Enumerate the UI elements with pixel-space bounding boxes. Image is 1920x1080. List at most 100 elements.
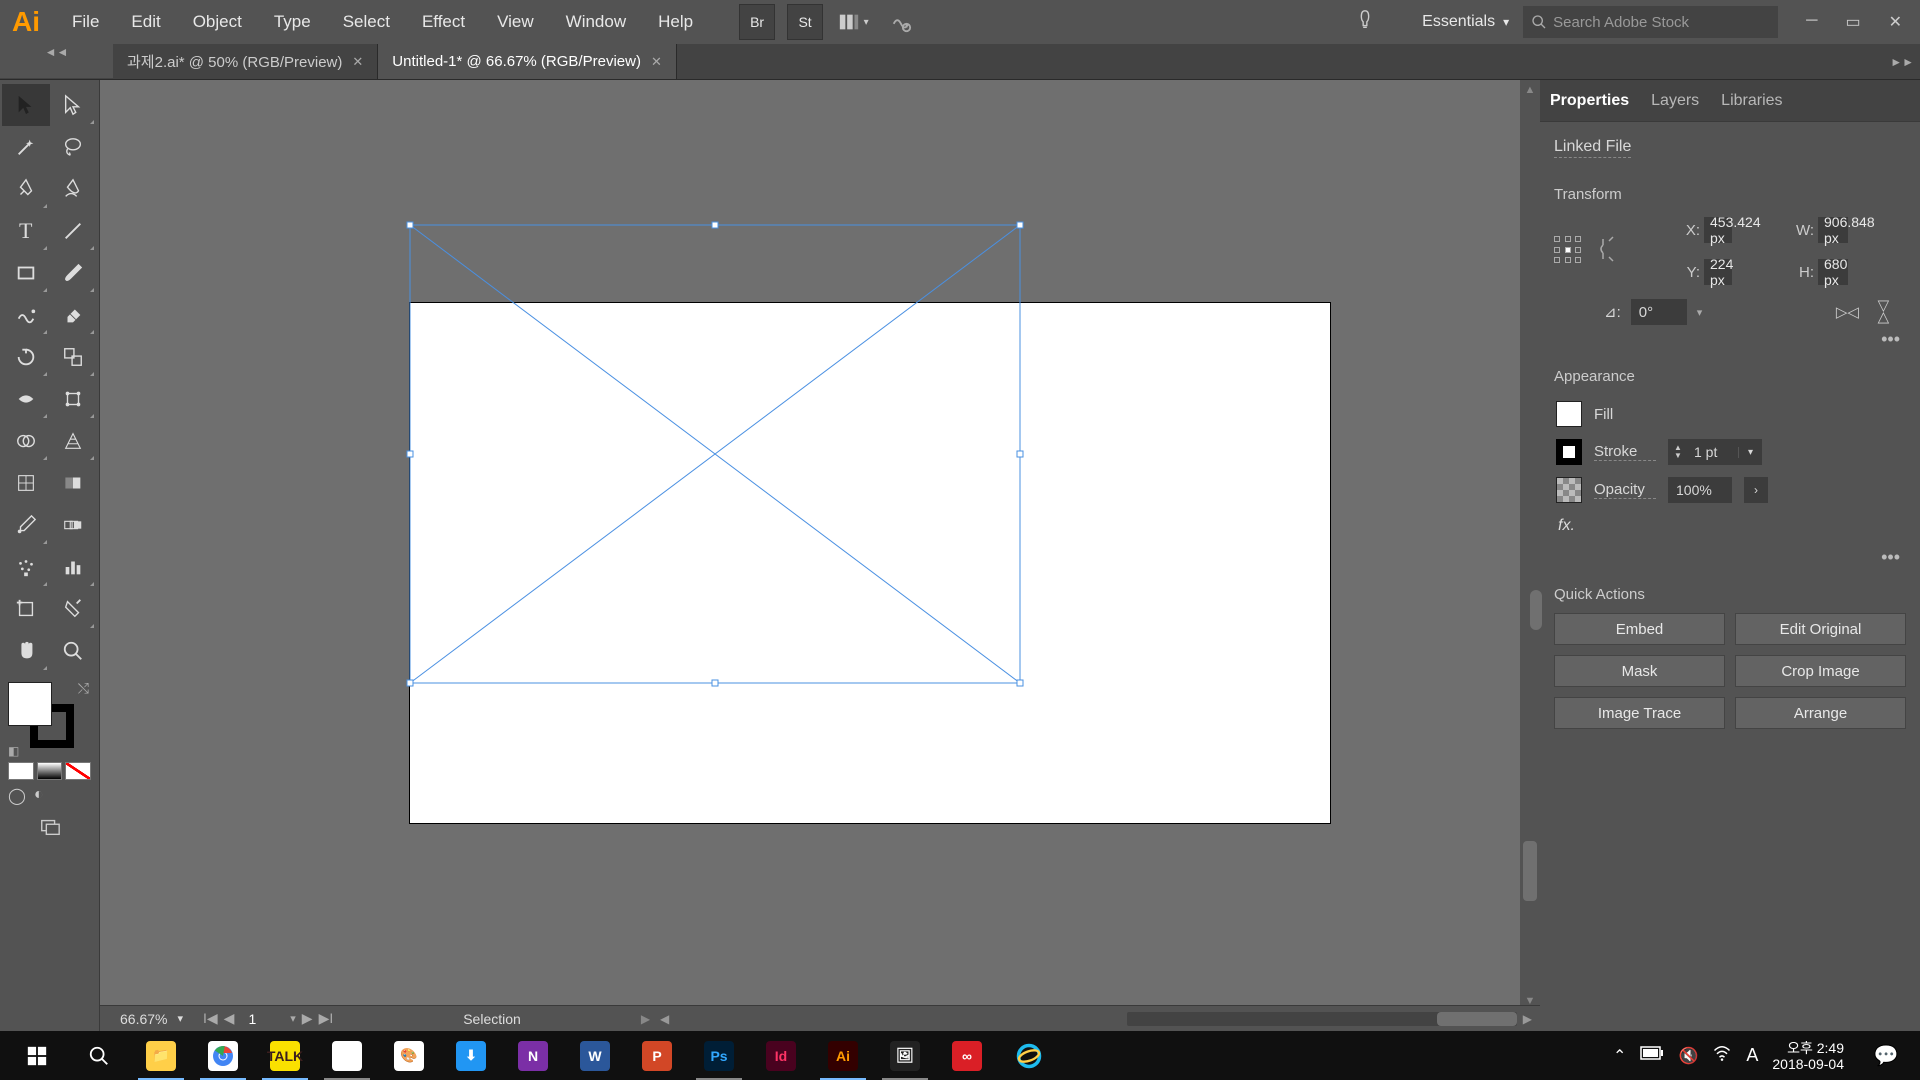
artboard-tool[interactable]: [2, 588, 50, 630]
menu-file[interactable]: File: [58, 6, 113, 38]
scroll-up-icon[interactable]: ▲: [1521, 80, 1540, 100]
color-mode-gradient[interactable]: [37, 762, 63, 780]
canvas-area[interactable]: ▲ ▼ 66.67% ▾ I◀ ◀ 1 ▾ ▶ ▶I Selection ▶ ◀: [100, 80, 1540, 1031]
last-artboard-icon[interactable]: ▶I: [319, 1010, 334, 1027]
rectangle-tool[interactable]: [2, 252, 50, 294]
tray-expand-icon[interactable]: ⌃: [1613, 1046, 1626, 1066]
artboard-number[interactable]: 1: [240, 1011, 284, 1027]
chevron-down-icon[interactable]: ▾: [1738, 447, 1762, 458]
image-trace-button[interactable]: Image Trace: [1554, 697, 1725, 729]
first-artboard-icon[interactable]: I◀: [203, 1010, 218, 1027]
fill-stroke-selector[interactable]: ⤭ ◧: [2, 678, 97, 760]
chevron-down-icon[interactable]: ▾: [177, 1012, 183, 1025]
start-button[interactable]: [6, 1031, 68, 1080]
image-viewer-button[interactable]: 🖼: [874, 1031, 936, 1080]
bridge-button[interactable]: Br: [739, 4, 775, 40]
close-icon[interactable]: ✕: [352, 54, 363, 70]
selected-linked-file[interactable]: [410, 225, 1020, 683]
x-input[interactable]: 453.424 px: [1704, 217, 1732, 243]
ie-button[interactable]: [998, 1031, 1060, 1080]
onenote-button[interactable]: N: [502, 1031, 564, 1080]
zoom-level[interactable]: 66.67%: [120, 1011, 167, 1027]
scroll-left-icon[interactable]: ◀: [660, 1012, 669, 1026]
selection-type-label[interactable]: Linked File: [1554, 138, 1631, 158]
edit-original-button[interactable]: Edit Original: [1735, 613, 1906, 645]
maximize-button[interactable]: ▭: [1845, 12, 1860, 32]
arrange-docs-button[interactable]: ▾: [835, 4, 871, 40]
magic-wand-tool[interactable]: [2, 126, 50, 168]
fx-button[interactable]: fx.: [1554, 509, 1906, 543]
menu-help[interactable]: Help: [644, 6, 707, 38]
perspective-grid-tool[interactable]: [50, 420, 98, 462]
reference-point-selector[interactable]: [1554, 236, 1584, 266]
line-tool[interactable]: [50, 210, 98, 252]
search-button[interactable]: [68, 1031, 130, 1080]
paintbrush-tool[interactable]: [50, 252, 98, 294]
rotate-tool[interactable]: [2, 336, 50, 378]
horizontal-scrollbar[interactable]: ▶: [669, 1012, 1540, 1026]
mesh-tool[interactable]: [2, 462, 50, 504]
wifi-icon[interactable]: [1712, 1043, 1732, 1068]
arrange-button[interactable]: Arrange: [1735, 697, 1906, 729]
stroke-color-swatch[interactable]: [1556, 439, 1582, 465]
shaper-tool[interactable]: [2, 294, 50, 336]
opacity-input[interactable]: 100%: [1668, 477, 1732, 503]
tab-libraries[interactable]: Libraries: [1721, 82, 1782, 120]
battery-icon[interactable]: [1640, 1046, 1664, 1065]
close-icon[interactable]: ✕: [651, 54, 662, 70]
notifications-icon[interactable]: 💬: [1866, 1043, 1906, 1068]
more-options-icon[interactable]: •••: [1554, 325, 1906, 354]
document-tab-1[interactable]: Untitled-1* @ 66.67% (RGB/Preview) ✕: [378, 44, 677, 79]
tab-properties[interactable]: Properties: [1550, 82, 1629, 120]
menu-select[interactable]: Select: [329, 6, 404, 38]
draw-normal-icon[interactable]: ◯: [8, 786, 26, 806]
chrome-button[interactable]: [192, 1031, 254, 1080]
menu-view[interactable]: View: [483, 6, 548, 38]
scrollbar-thumb[interactable]: [1523, 841, 1537, 901]
eraser-tool[interactable]: [50, 294, 98, 336]
opacity-expand-icon[interactable]: ›: [1744, 477, 1768, 503]
close-button[interactable]: ✕: [1889, 12, 1902, 32]
gpu-button[interactable]: [883, 4, 919, 40]
slice-tool[interactable]: [50, 588, 98, 630]
samsung-button[interactable]: ⬇: [440, 1031, 502, 1080]
stroke-label[interactable]: Stroke: [1594, 443, 1656, 461]
workspace-switcher[interactable]: Essentials ▾: [1412, 9, 1519, 35]
lasso-tool[interactable]: [50, 126, 98, 168]
h-input[interactable]: 680 px: [1818, 259, 1848, 285]
crop-image-button[interactable]: Crop Image: [1735, 655, 1906, 687]
default-colors-icon[interactable]: ◧: [8, 744, 19, 758]
chevron-down-icon[interactable]: ▾: [290, 1012, 296, 1025]
direct-selection-tool[interactable]: [50, 84, 98, 126]
rotate-input[interactable]: 0°: [1631, 299, 1687, 325]
color-mode-none[interactable]: [65, 762, 91, 780]
kakao-button[interactable]: TALK: [254, 1031, 316, 1080]
gradient-tool[interactable]: [50, 462, 98, 504]
screen-mode-button[interactable]: [2, 810, 97, 844]
menu-object[interactable]: Object: [179, 6, 256, 38]
minimize-button[interactable]: ─: [1806, 12, 1817, 32]
scroll-right-icon[interactable]: ▶: [1523, 1012, 1532, 1026]
fill-swatch[interactable]: [8, 682, 52, 726]
word-button[interactable]: W: [564, 1031, 626, 1080]
menu-window[interactable]: Window: [552, 6, 640, 38]
swap-fill-stroke-icon[interactable]: ⤭: [78, 680, 89, 697]
w-input[interactable]: 906.848 px: [1818, 217, 1848, 243]
opacity-swatch-icon[interactable]: [1556, 477, 1582, 503]
menu-edit[interactable]: Edit: [117, 6, 174, 38]
opacity-label[interactable]: Opacity: [1594, 481, 1656, 499]
scrollbar-thumb[interactable]: [1437, 1012, 1517, 1026]
illustrator-button[interactable]: Ai: [812, 1031, 874, 1080]
creative-cloud-button[interactable]: ∞: [936, 1031, 998, 1080]
shape-builder-tool[interactable]: [2, 420, 50, 462]
search-learn-icon[interactable]: [1346, 1, 1384, 44]
eyedropper-tool[interactable]: [2, 504, 50, 546]
symbol-sprayer-tool[interactable]: [2, 546, 50, 588]
zoom-tool[interactable]: [50, 630, 98, 672]
vertical-scrollbar[interactable]: ▲ ▼: [1520, 80, 1540, 1011]
clock[interactable]: 오후 2:49 2018-09-04: [1772, 1040, 1852, 1072]
free-transform-tool[interactable]: [50, 378, 98, 420]
width-tool[interactable]: [2, 378, 50, 420]
flip-horizontal-icon[interactable]: ▷◁: [1836, 303, 1859, 321]
collapse-tools-icon[interactable]: ◄◄: [0, 44, 113, 79]
